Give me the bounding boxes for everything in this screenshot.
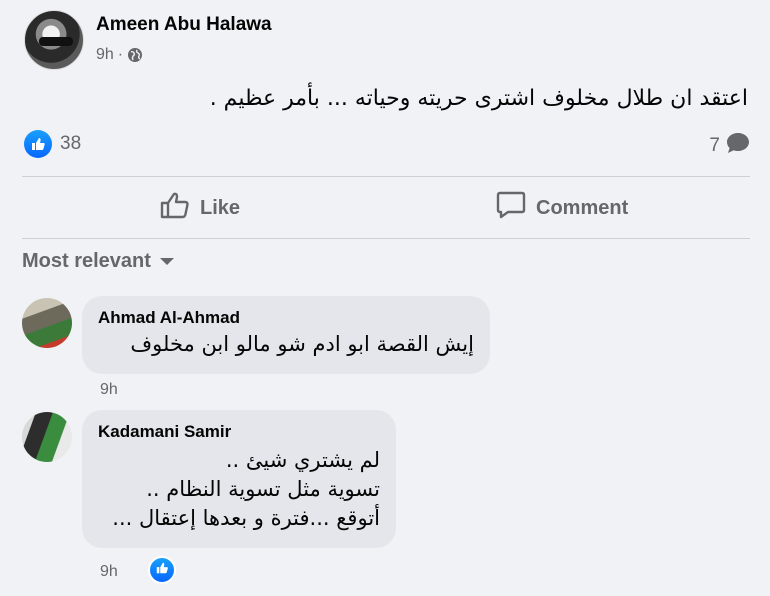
like-reaction-icon [24, 130, 52, 158]
globe-icon [127, 47, 143, 63]
commenter-avatar[interactable] [22, 412, 72, 462]
sort-label: Most relevant [22, 250, 151, 272]
comment-text: إيش القصة ابو ادم شو مالو ابن مخلوف [130, 332, 474, 356]
meta-separator: · [117, 46, 124, 63]
post-author-name[interactable]: Ameen Abu Halawa [96, 14, 272, 36]
comment-text-line: لم يشتري شيئ .. [225, 448, 380, 472]
reaction-summary[interactable]: 38 [24, 130, 81, 158]
comment-bubble: Kadamani Samir لم يشتري شيئ .. تسوية مثل… [82, 410, 396, 548]
comment-bubble: Ahmad Al-Ahmad إيش القصة ابو ادم شو مالو… [82, 296, 490, 374]
comment-like-reaction[interactable] [148, 556, 176, 584]
commenter-avatar[interactable] [22, 298, 72, 348]
comment-button[interactable]: Comment [496, 186, 628, 230]
avatar-glasses [39, 37, 73, 46]
reaction-count: 38 [60, 133, 82, 154]
like-button[interactable]: Like [160, 186, 240, 230]
comment-bubble-icon [726, 132, 750, 160]
thumbs-up-icon [160, 191, 190, 225]
like-reaction-icon [155, 561, 169, 580]
divider-top [22, 176, 750, 177]
comment-count-link[interactable]: 7 [709, 132, 750, 160]
comment-icon [496, 191, 526, 225]
comment-text-line: تسوية مثل تسوية النظام .. [146, 477, 380, 501]
author-avatar[interactable] [24, 10, 84, 70]
comment-time[interactable]: 9h [100, 381, 118, 399]
divider-bottom [22, 238, 750, 239]
comment-count: 7 [709, 135, 720, 156]
post-text: اعتقد ان طلال مخلوف اشترى حريته وحياته .… [209, 86, 748, 111]
post-time[interactable]: 9h [96, 46, 114, 64]
caret-down-icon [159, 250, 175, 273]
like-label: Like [200, 196, 241, 219]
comment-sort-dropdown[interactable]: Most relevant [22, 250, 175, 273]
comment-text-line: أتوقع ...فترة و بعدها إعتقال ... [112, 506, 380, 530]
comment-label: Comment [536, 196, 629, 219]
comment-time[interactable]: 9h [100, 563, 118, 581]
comment-author[interactable]: Ahmad Al-Ahmad [98, 308, 474, 328]
post-meta: 9h · [96, 46, 143, 64]
comment-author[interactable]: Kadamani Samir [98, 422, 380, 442]
